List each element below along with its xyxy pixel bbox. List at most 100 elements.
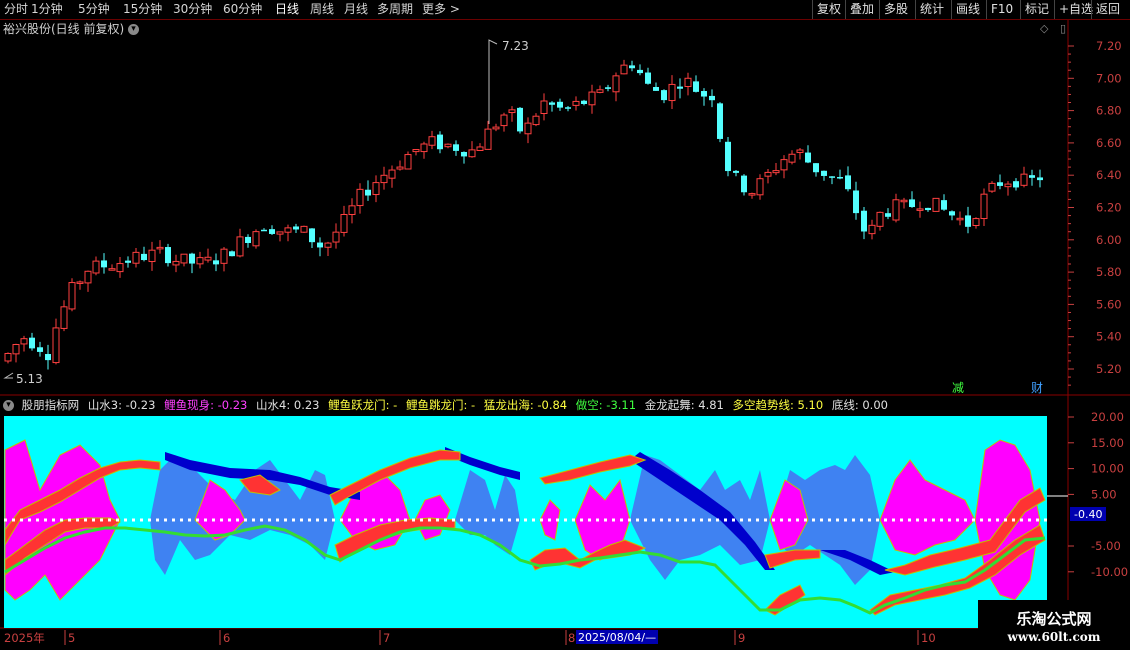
candle-body <box>829 176 835 178</box>
candle-body <box>453 144 459 151</box>
candle-body <box>468 149 476 158</box>
candle-body <box>76 281 84 284</box>
price-tick-label: 5.20 <box>1096 362 1122 376</box>
legend-item: 猛龙出海: -0.84 <box>483 398 568 412</box>
price-tick-label: 6.20 <box>1096 201 1122 215</box>
legend-item: 鲤鱼跃龙门: - <box>328 398 398 412</box>
candle-body <box>60 306 68 329</box>
candle-body <box>229 251 235 257</box>
candle-body <box>620 64 628 75</box>
event-tag-cai[interactable]: 财 <box>1031 381 1043 395</box>
candle-body <box>165 247 171 264</box>
candle-body <box>629 65 635 69</box>
candlestick-series <box>4 59 1043 370</box>
indicator-tick-label: 20.00 <box>1091 410 1124 424</box>
candle-body <box>821 170 827 176</box>
candle-body <box>372 182 380 196</box>
candle-body <box>916 208 924 211</box>
candle-body <box>108 268 116 271</box>
candle-body <box>412 149 420 153</box>
candle-body <box>340 213 348 233</box>
candle-body <box>116 263 124 273</box>
candle-body <box>101 260 107 268</box>
candle-body <box>332 231 340 243</box>
legend-item: 鲤鱼跳龙门: - <box>405 398 476 412</box>
candle-body <box>189 253 195 264</box>
price-tick-label: 6.40 <box>1096 168 1122 182</box>
indicator-axis: 20.00 15.00 10.00 5.00 -5.00 -10.00 <box>1068 410 1128 579</box>
candle-body <box>741 175 747 193</box>
price-tick-label: 7.00 <box>1096 71 1122 85</box>
candle-body <box>1029 175 1035 178</box>
indicator-legend: ▾ 股朋指标网 山水3: -0.23 鲤鱼现身: -0.23 山水4: 0.23… <box>0 397 893 413</box>
candle-body <box>788 153 796 163</box>
candle-body <box>92 260 100 274</box>
candle-body <box>772 170 780 174</box>
current-value: -0.40 <box>1074 508 1102 521</box>
candle-body <box>596 89 604 93</box>
indicator-name[interactable]: 股朋指标网 <box>22 398 80 412</box>
candle-body <box>837 177 843 179</box>
candle-body <box>1013 181 1019 188</box>
candle-body <box>532 115 540 126</box>
date-label-oct: 10 <box>921 631 936 645</box>
candle-body <box>701 91 707 97</box>
watermark-url: www.60lt.com <box>1007 630 1101 644</box>
date-label-june: 6 <box>223 631 230 645</box>
price-axis: 7.20 7.00 6.80 6.60 6.40 6.20 6.00 5.80 5.60 5.40… <box>1068 39 1122 386</box>
candle-body <box>508 109 516 114</box>
candle-body <box>932 197 940 212</box>
candle-body <box>309 228 315 243</box>
candle-body <box>236 236 244 257</box>
candle-body <box>517 107 523 132</box>
price-tick-label: 5.40 <box>1096 330 1122 344</box>
candle-body <box>909 199 915 208</box>
candle-body <box>404 154 412 170</box>
candle-body <box>45 354 51 361</box>
candle-body <box>861 210 867 232</box>
candle-body <box>148 249 156 263</box>
candle-body <box>588 91 596 106</box>
candle-body <box>709 95 715 101</box>
high-marker <box>488 39 498 124</box>
candle-body <box>796 149 804 153</box>
candle-body <box>853 190 859 214</box>
candle-body <box>813 163 819 173</box>
candle-body <box>653 87 659 91</box>
candle-body <box>317 242 323 248</box>
candle-body <box>492 126 500 130</box>
date-label-sep: 9 <box>738 631 745 645</box>
candle-body <box>461 151 467 157</box>
candle-body <box>437 134 443 150</box>
indicator-tick-label: 15.00 <box>1091 436 1124 450</box>
legend-item: 山水3: -0.23 <box>87 398 156 412</box>
candle-body <box>1004 183 1012 188</box>
date-label-aug: 8 <box>568 631 575 645</box>
event-tag-jian[interactable]: 减 <box>952 381 964 395</box>
candle-body <box>733 170 739 173</box>
date-label-year: 2025年 <box>4 631 45 645</box>
candle-body <box>356 188 364 207</box>
date-label-may: 5 <box>68 631 75 645</box>
low-label: 5.13 <box>16 372 43 386</box>
candle-body <box>324 242 332 248</box>
candle-body <box>581 100 587 104</box>
candle-body <box>68 282 76 310</box>
candle-body <box>196 257 204 265</box>
candle-body <box>949 211 955 216</box>
price-tick-label: 7.20 <box>1096 39 1122 53</box>
candle-body <box>868 224 876 235</box>
candle-body <box>524 122 532 135</box>
candle-body <box>972 218 980 227</box>
candle-body <box>565 107 571 109</box>
candle-body <box>612 75 620 93</box>
candle-body <box>997 182 1003 186</box>
candle-body <box>1020 173 1028 186</box>
candle-body <box>885 213 891 217</box>
price-tick-label: 6.80 <box>1096 104 1122 118</box>
candle-body <box>500 114 508 127</box>
candle-body <box>540 100 548 114</box>
cursor-date: 2025/08/04/— <box>578 631 656 644</box>
chevron-down-icon[interactable]: ▾ <box>3 400 14 411</box>
candle-body <box>348 205 356 216</box>
